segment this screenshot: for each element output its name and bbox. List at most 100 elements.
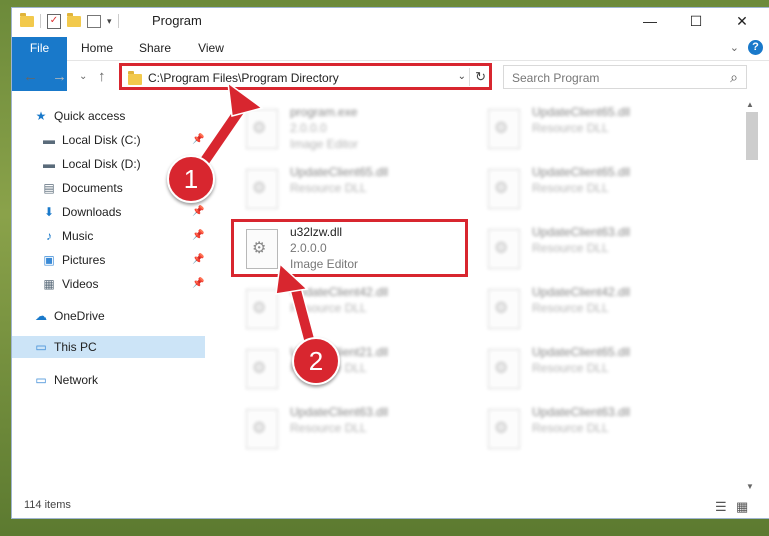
- sidebar-item-label: Local Disk (D:): [62, 157, 141, 171]
- film-icon: ▦: [43, 277, 55, 291]
- file-type: Resource DLL: [532, 241, 609, 255]
- search-input[interactable]: Search Program ⌕: [503, 65, 747, 89]
- file-type: Resource DLL: [290, 181, 367, 195]
- dll-file-icon: [488, 349, 520, 389]
- dll-file-icon: [246, 349, 278, 389]
- sidebar-item-label: Downloads: [62, 205, 122, 219]
- sidebar-item-onedrive[interactable]: ☁ OneDrive: [34, 305, 105, 327]
- properties-check-icon[interactable]: ✓: [47, 13, 61, 29]
- file-item[interactable]: UpdateClient21.dll Resource DLL: [240, 341, 460, 395]
- address-highlight-box: [119, 63, 492, 90]
- sidebar-item-local-disk-d[interactable]: ▬ Local Disk (D:): [42, 153, 141, 175]
- computer-icon: ▭: [35, 340, 47, 354]
- scrollbar-thumb[interactable]: [746, 112, 758, 160]
- pin-icon[interactable]: 📌: [192, 230, 204, 241]
- up-arrow-icon[interactable]: ↑: [98, 68, 106, 85]
- sidebar-item-label: Quick access: [54, 109, 126, 123]
- file-item[interactable]: UpdateClient42.dll Resource DLL: [482, 281, 702, 335]
- file-type: Resource DLL: [290, 421, 367, 435]
- navigation-bar: ← → ⌄ ↑ C:\Program Files\Program Directo…: [12, 63, 769, 91]
- file-item[interactable]: UpdateClient65.dll Resource DLL: [482, 161, 702, 215]
- network-icon: ▭: [35, 373, 47, 387]
- file-item[interactable]: UpdateClient65.dll Resource DLL: [240, 161, 460, 215]
- tab-share[interactable]: Share: [132, 37, 178, 60]
- qat-dropdown-icon[interactable]: ▾: [107, 16, 112, 27]
- sidebar-item-videos[interactable]: ▦ Videos: [42, 273, 98, 295]
- forward-arrow-icon[interactable]: →: [52, 68, 67, 85]
- sidebar-item-music[interactable]: ♪ Music: [42, 225, 93, 247]
- maximize-button[interactable]: ☐: [673, 8, 719, 34]
- file-highlight-box: [231, 219, 468, 277]
- file-version: 2.0.0.0: [290, 121, 327, 135]
- file-name: UpdateClient65.dll: [290, 165, 389, 179]
- pin-icon[interactable]: 📌: [192, 278, 204, 289]
- sidebar-item-label: Music: [62, 229, 94, 243]
- file-type: Image Editor: [290, 137, 359, 151]
- scroll-down-icon[interactable]: ▼: [746, 482, 754, 491]
- help-icon[interactable]: ?: [748, 40, 763, 55]
- minimize-button[interactable]: —: [627, 8, 673, 34]
- tab-view[interactable]: View: [188, 37, 234, 60]
- details-view-icon[interactable]: ☰: [715, 499, 727, 515]
- file-item[interactable]: UpdateClient42.dll Resource DLL: [240, 281, 460, 335]
- documents-icon: ▤: [43, 181, 55, 195]
- large-icons-view-icon[interactable]: ▦: [736, 499, 748, 515]
- pin-icon[interactable]: 📌: [192, 206, 204, 217]
- folder-icon[interactable]: [20, 12, 34, 27]
- ribbon-collapse-icon[interactable]: ⌄: [730, 41, 739, 54]
- sidebar-item-label: This PC: [54, 340, 97, 354]
- file-type: Resource DLL: [532, 301, 609, 315]
- scroll-up-icon[interactable]: ▲: [746, 100, 754, 109]
- pin-icon[interactable]: 📌: [192, 254, 204, 265]
- sidebar-item-network[interactable]: ▭ Network: [34, 369, 98, 391]
- step-2-badge: 2: [292, 337, 340, 385]
- file-name: UpdateClient63.dll: [532, 405, 631, 419]
- search-icon[interactable]: ⌕: [730, 69, 738, 86]
- sidebar-item-quick-access[interactable]: ★ Quick access: [34, 105, 126, 127]
- file-name: UpdateClient65.dll: [532, 165, 631, 179]
- sidebar-item-downloads[interactable]: ⬇ Downloads: [42, 201, 121, 223]
- new-folder-icon[interactable]: [67, 12, 81, 27]
- ribbon: File Home Share View ⌄ ?: [12, 37, 769, 91]
- step-1-badge: 1: [167, 155, 215, 203]
- file-item[interactable]: UpdateClient63.dll Resource DLL: [482, 401, 702, 455]
- sidebar-item-label: OneDrive: [54, 309, 105, 323]
- file-item[interactable]: UpdateClient65.dll Resource DLL: [482, 101, 702, 155]
- qat-separator: [117, 14, 119, 28]
- sidebar-item-local-disk-c[interactable]: ▬ Local Disk (C:): [42, 129, 141, 151]
- file-item[interactable]: UpdateClient63.dll Resource DLL: [240, 401, 460, 455]
- dll-file-icon: [246, 289, 278, 329]
- sidebar-item-documents[interactable]: ▤ Documents: [42, 177, 122, 199]
- sidebar-item-label: Videos: [62, 277, 99, 291]
- sidebar-item-this-pc[interactable]: ▭ This PC: [12, 336, 205, 358]
- file-item[interactable]: UpdateClient63.dll Resource DLL: [482, 221, 702, 275]
- file-type: Resource DLL: [532, 181, 609, 195]
- navigation-pane: ★ Quick access ▬ Local Disk (C:) 📌 ▬ Local …: [12, 98, 205, 493]
- cloud-icon: ☁: [35, 309, 47, 323]
- sidebar-item-label: Local Disk (C:): [62, 133, 141, 147]
- dll-file-icon: [488, 409, 520, 449]
- back-arrow-icon[interactable]: ←: [23, 68, 38, 85]
- close-button[interactable]: ✕: [719, 8, 765, 34]
- tab-home[interactable]: Home: [74, 37, 120, 60]
- music-note-icon: ♪: [46, 229, 52, 243]
- file-name: UpdateClient42.dll: [532, 285, 631, 299]
- file-name: UpdateClient65.dll: [532, 105, 631, 119]
- download-arrow-icon: ⬇: [43, 205, 55, 219]
- sidebar-item-label: Pictures: [62, 253, 106, 267]
- explorer-window: ✓ ▾ Program — ☐ ✕ File Home Share View ⌄…: [12, 8, 769, 518]
- sidebar-item-pictures[interactable]: ▣ Pictures: [42, 249, 105, 271]
- star-icon: ★: [35, 109, 47, 123]
- dll-file-icon: [488, 289, 520, 329]
- drive-icon: ▬: [43, 133, 55, 147]
- file-type: Resource DLL: [532, 361, 609, 375]
- recent-locations-dropdown-icon[interactable]: ⌄: [79, 71, 87, 82]
- pin-icon[interactable]: 📌: [192, 134, 204, 145]
- file-list: program.exe 2.0.0.0 Image Editor UpdateC…: [220, 98, 740, 493]
- file-item[interactable]: program.exe 2.0.0.0 Image Editor: [240, 101, 460, 155]
- dll-file-icon: [488, 169, 520, 209]
- file-item[interactable]: UpdateClient65.dll Resource DLL: [482, 341, 702, 395]
- file-type: Resource DLL: [532, 121, 609, 135]
- customize-qat-icon[interactable]: [87, 14, 101, 28]
- file-name: UpdateClient63.dll: [532, 225, 631, 239]
